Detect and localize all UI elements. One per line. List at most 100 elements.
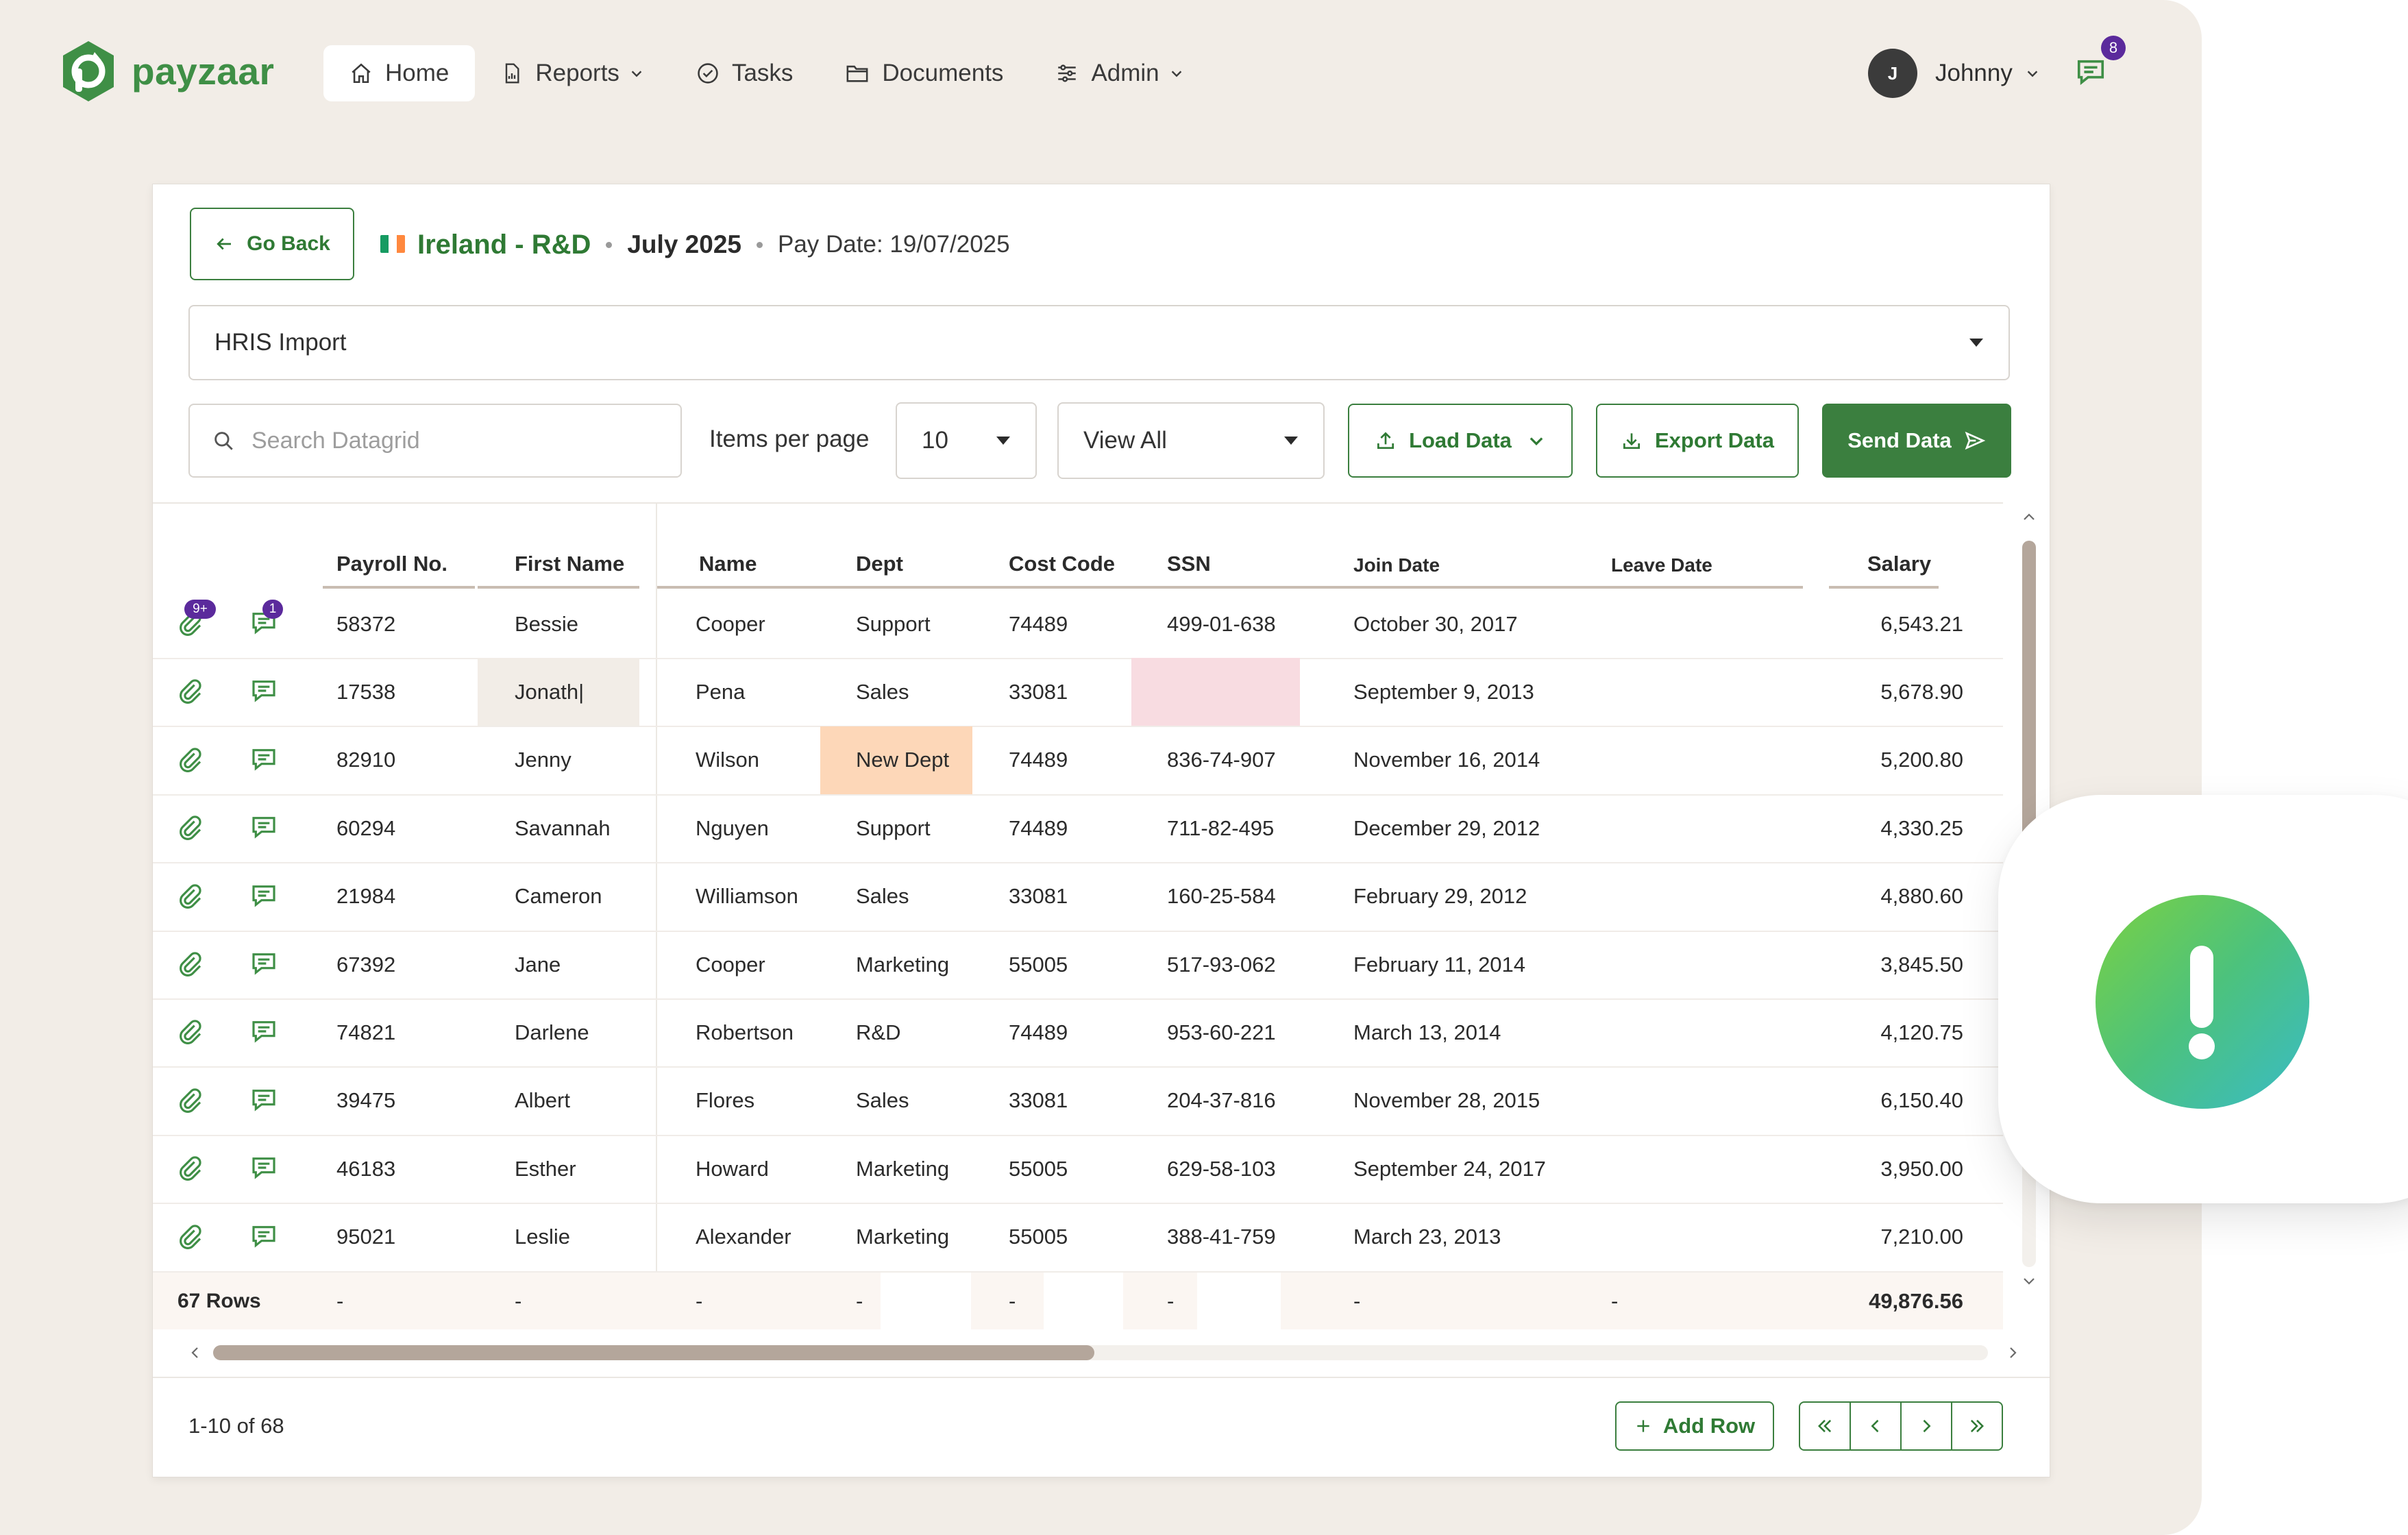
comment-icon[interactable] (250, 1086, 278, 1114)
cell-ssn[interactable]: 629-58-103 (1167, 1135, 1276, 1203)
cell-payroll-no[interactable]: 82910 (336, 726, 395, 794)
cell-name[interactable]: Cooper (696, 590, 765, 658)
chevron-left-icon[interactable] (187, 1344, 204, 1361)
cell-dept[interactable]: Support (856, 590, 931, 658)
cell-salary[interactable]: 3,845.50 (1797, 931, 1963, 998)
cell-ssn[interactable]: 160-25-584 (1167, 863, 1276, 931)
comment-icon[interactable] (250, 882, 278, 909)
user-menu[interactable]: J Johnny (1868, 48, 2040, 99)
cell-name[interactable]: Robertson (696, 998, 794, 1066)
cell-dept[interactable]: Support (856, 794, 931, 862)
cell-salary[interactable]: 3,950.00 (1797, 1135, 1963, 1203)
column-header-dept[interactable]: Dept (856, 552, 903, 576)
cell-name[interactable]: Williamson (696, 863, 798, 931)
view-filter-select[interactable]: View All (1057, 402, 1325, 479)
cell-dept[interactable]: Marketing (856, 1203, 949, 1271)
cell-ssn[interactable]: 836-74-907 (1167, 726, 1276, 794)
nav-reports[interactable]: Reports (475, 45, 670, 101)
cell-salary[interactable]: 7,210.00 (1797, 1203, 1963, 1271)
cell-name[interactable]: Howard (696, 1135, 769, 1203)
cell-payroll-no[interactable]: 46183 (336, 1135, 395, 1203)
cell-join-date[interactable]: March 23, 2013 (1353, 1203, 1501, 1271)
cell-join-date[interactable]: September 24, 2017 (1353, 1135, 1546, 1203)
export-data-button[interactable]: Export Data (1596, 404, 1799, 478)
cell-first-name[interactable]: Albert (515, 1067, 570, 1135)
scroll-thumb[interactable] (213, 1345, 1094, 1360)
cell-cost-code[interactable]: 74489 (1009, 726, 1068, 794)
cell-salary[interactable]: 4,330.25 (1797, 794, 1963, 862)
first-page-button[interactable] (1800, 1403, 1851, 1449)
comment-icon[interactable] (250, 1018, 278, 1045)
table-row[interactable]: 39475 Albert Flores Sales 33081 204-37-816 Nov… (153, 1067, 2003, 1136)
chevron-up-icon[interactable] (2021, 509, 2037, 526)
attachment-icon[interactable] (176, 1223, 204, 1250)
nav-documents[interactable]: Documents (819, 45, 1029, 101)
cell-ssn[interactable]: 953-60-221 (1167, 998, 1276, 1066)
cell-name[interactable]: Wilson (696, 726, 759, 794)
cell-payroll-no[interactable]: 95021 (336, 1203, 395, 1271)
next-page-button[interactable] (1902, 1403, 1952, 1449)
attachment-icon[interactable] (176, 746, 204, 773)
cell-join-date[interactable]: November 16, 2014 (1353, 726, 1540, 794)
table-row[interactable]: 74821 Darlene Robertson R&D 74489 953-60-221 M… (153, 998, 2003, 1068)
cell-ssn[interactable]: 499-01-638 (1167, 590, 1276, 658)
cell-payroll-no[interactable]: 58372 (336, 590, 395, 658)
last-page-button[interactable] (1952, 1403, 2002, 1449)
cell-dept[interactable]: Sales (856, 863, 909, 931)
cell-ssn[interactable]: 388-41-759 (1167, 1203, 1276, 1271)
cell-join-date[interactable]: December 29, 2012 (1353, 794, 1540, 862)
cell-payroll-no[interactable]: 74821 (336, 998, 395, 1066)
data-source-select[interactable]: HRIS Import (188, 305, 2010, 380)
table-row[interactable]: 17538 Jonath| Pena Sales 33081 September 9, 2… (153, 658, 2003, 728)
attachment-icon[interactable] (176, 882, 204, 909)
cell-cost-code[interactable]: 33081 (1009, 1067, 1068, 1135)
comment-icon[interactable] (250, 1223, 278, 1250)
table-row[interactable]: 67392 Jane Cooper Marketing 55005 517-93-062 F… (153, 931, 2003, 1000)
cell-cost-code[interactable]: 55005 (1009, 931, 1068, 998)
cell-salary[interactable]: 5,200.80 (1797, 726, 1963, 794)
cell-first-name[interactable]: Jane (515, 931, 561, 998)
search-datagrid[interactable] (188, 404, 682, 478)
attachment-icon[interactable] (176, 1018, 204, 1045)
brand-logo[interactable]: payzaar (59, 40, 274, 103)
go-back-button[interactable]: Go Back (190, 208, 354, 280)
nav-admin[interactable]: Admin (1029, 45, 1209, 101)
cell-first-name[interactable]: Cameron (515, 863, 602, 931)
attachment-icon[interactable] (176, 677, 204, 704)
cell-ssn[interactable]: 204-37-816 (1167, 1067, 1276, 1135)
cell-dept[interactable]: R&D (856, 998, 900, 1066)
cell-first-name[interactable]: Esther (515, 1135, 576, 1203)
cell-name[interactable]: Alexander (696, 1203, 791, 1271)
cell-salary[interactable]: 4,880.60 (1797, 863, 1963, 931)
cell-cost-code[interactable]: 33081 (1009, 658, 1068, 726)
cell-salary[interactable]: 6,150.40 (1797, 1067, 1963, 1135)
cell-dept[interactable]: Marketing (856, 1135, 949, 1203)
cell-dept[interactable]: New Dept (856, 726, 949, 794)
comment-icon[interactable] (250, 813, 278, 841)
comment-icon[interactable] (250, 1154, 278, 1181)
cell-cost-code[interactable]: 74489 (1009, 590, 1068, 658)
cell-join-date[interactable]: November 28, 2015 (1353, 1067, 1540, 1135)
cell-dept[interactable]: Marketing (856, 931, 949, 998)
comment-icon[interactable] (250, 950, 278, 977)
chevron-right-icon[interactable] (2004, 1344, 2021, 1361)
comment-icon[interactable] (250, 677, 278, 704)
column-header-cost-code[interactable]: Cost Code (1009, 552, 1115, 576)
cell-first-name[interactable]: Jonath| (515, 658, 584, 726)
cell-cost-code[interactable]: 74489 (1009, 794, 1068, 862)
cell-salary[interactable]: 4,120.75 (1797, 998, 1963, 1066)
cell-first-name[interactable]: Jenny (515, 726, 572, 794)
cell-salary[interactable]: 6,543.21 (1797, 590, 1963, 658)
column-header-name[interactable]: Name (699, 552, 757, 576)
cell-payroll-no[interactable]: 21984 (336, 863, 395, 931)
cell-ssn[interactable]: 711-82-495 (1167, 794, 1274, 862)
horizontal-scrollbar[interactable] (180, 1336, 2024, 1370)
column-header-ssn[interactable]: SSN (1167, 552, 1211, 576)
cell-name[interactable]: Flores (696, 1067, 754, 1135)
column-header-join-date[interactable]: Join Date (1353, 554, 1440, 576)
scroll-thumb[interactable] (2022, 541, 2036, 856)
add-row-button[interactable]: Add Row (1615, 1401, 1774, 1451)
cell-cost-code[interactable]: 74489 (1009, 998, 1068, 1066)
cell-payroll-no[interactable]: 60294 (336, 794, 395, 862)
cell-join-date[interactable]: October 30, 2017 (1353, 590, 1518, 658)
